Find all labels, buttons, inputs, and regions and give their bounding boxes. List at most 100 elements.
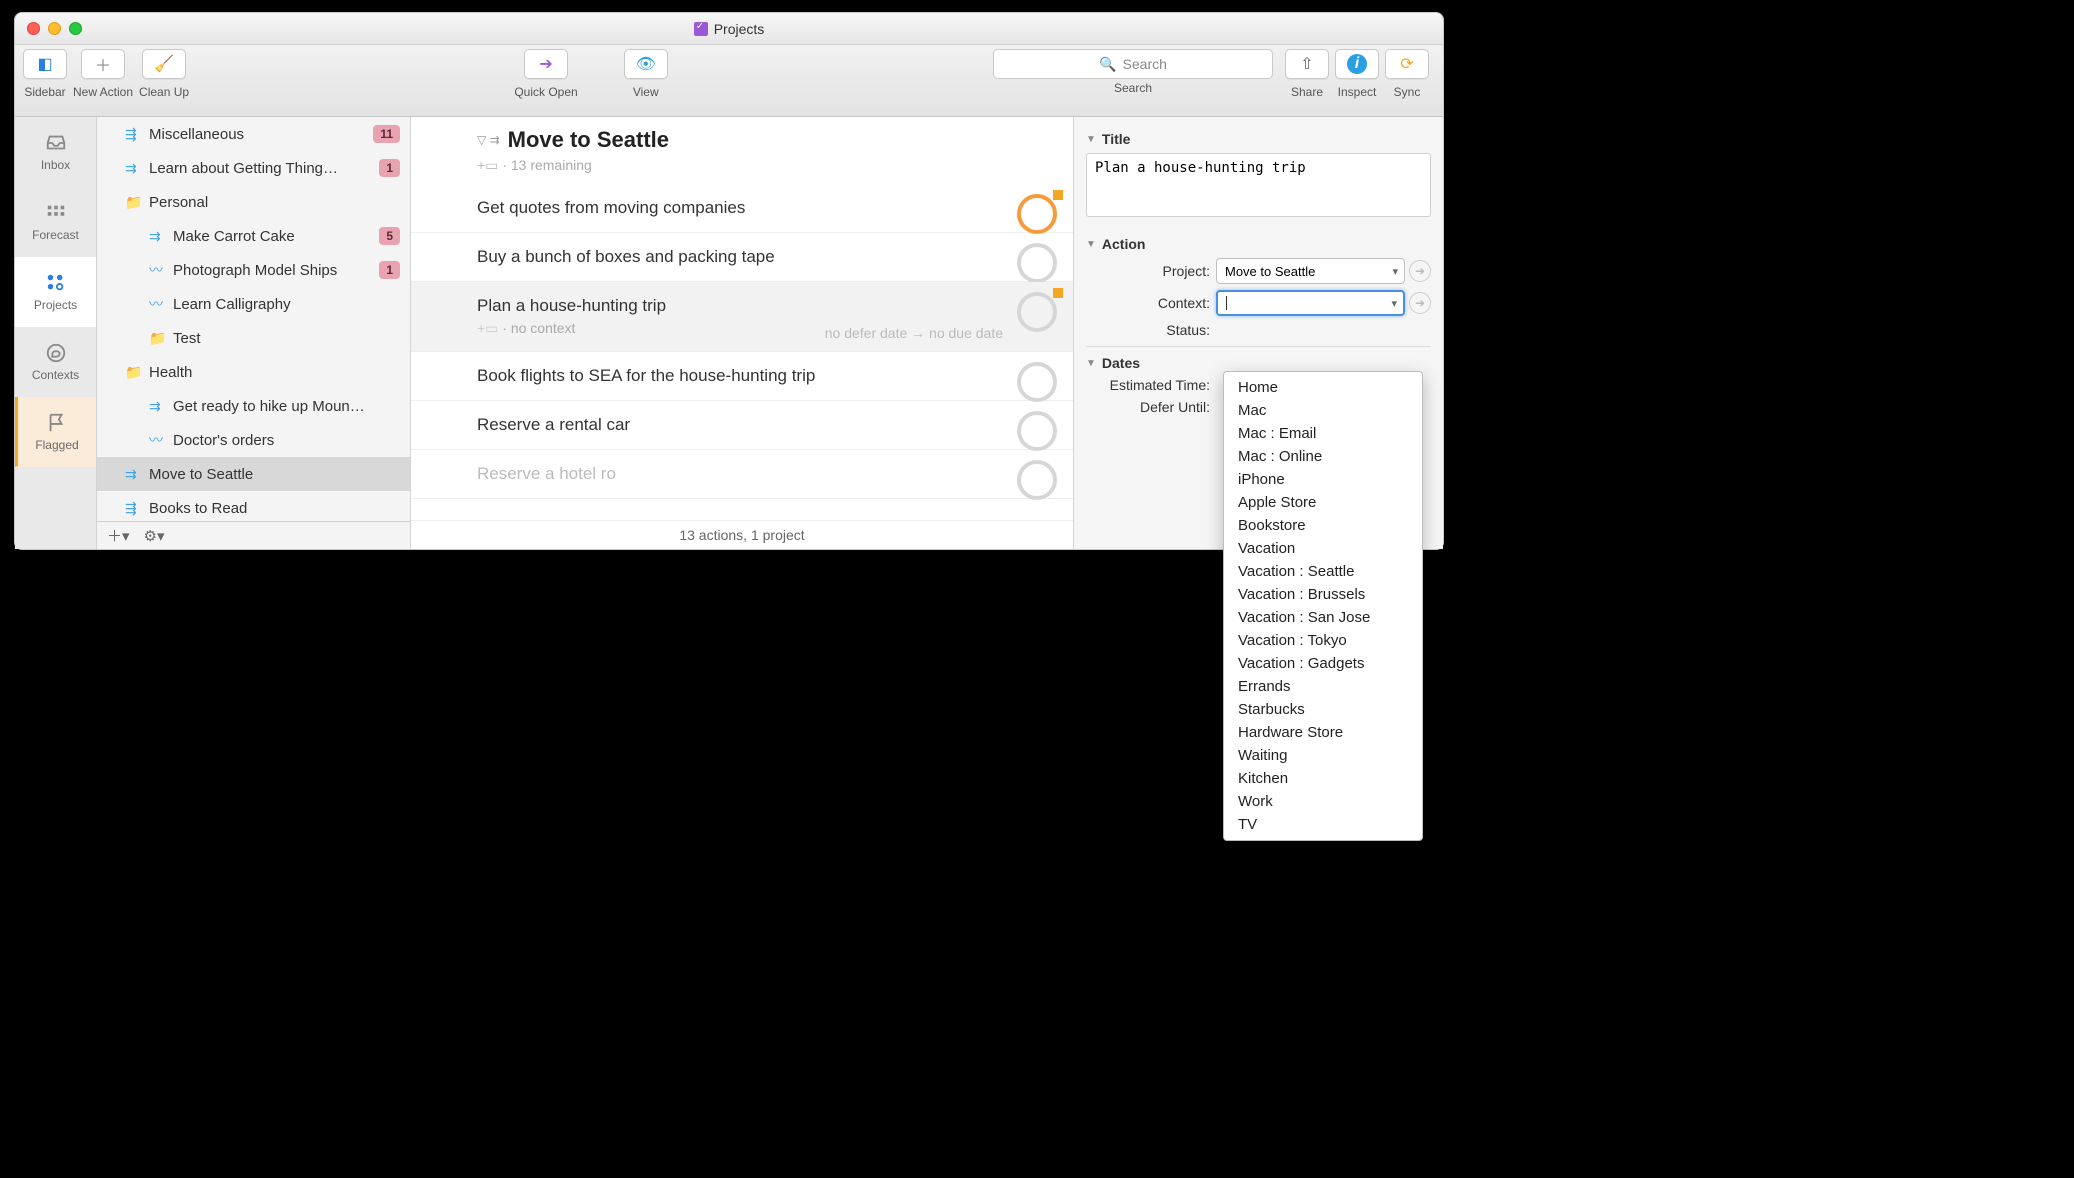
project-item-label: Books to Read — [149, 500, 247, 517]
inspector-action-header[interactable]: ▼Action — [1086, 236, 1431, 252]
folder-icon: 📁 — [125, 364, 141, 381]
context-menu-item[interactable]: Mac : Email — [1224, 422, 1422, 445]
project-item[interactable]: ⇉Learn about Getting Thing…1 — [97, 151, 410, 185]
context-menu-item[interactable]: Errands — [1224, 675, 1422, 698]
folder-icon: 📁 — [125, 194, 141, 211]
status-circle[interactable] — [1017, 460, 1057, 500]
perspective-inbox-label: Inbox — [41, 158, 70, 172]
perspective-forecast[interactable]: Forecast — [15, 187, 96, 257]
project-list-body[interactable]: ⇶Miscellaneous11 ⇉ Learn about Getting Thi… — [97, 117, 410, 521]
add-button[interactable]: ＋▾ — [107, 525, 130, 546]
context-menu-item[interactable]: iPhone — [1224, 468, 1422, 491]
perspective-projects[interactable]: Projects — [15, 257, 96, 327]
flag-indicator — [1053, 190, 1063, 200]
context-menu-item[interactable]: Starbucks — [1224, 698, 1422, 721]
disclosure-icon: ▼ — [1086, 239, 1096, 250]
estimated-time-label: Estimated Time: — [1086, 377, 1216, 393]
folder-icon: 📁 — [149, 330, 165, 347]
quick-open-button[interactable]: ➔ — [524, 49, 568, 79]
sync-icon: ⟳ — [1400, 54, 1413, 74]
project-item[interactable]: 📁Test — [97, 321, 410, 355]
project-item[interactable]: 📁 Personal — [97, 185, 410, 219]
context-menu-item[interactable]: Mac : Online — [1224, 445, 1422, 468]
task-row[interactable]: Get quotes from moving companies — [411, 184, 1073, 233]
inspector-dates-header[interactable]: ▼Dates — [1086, 355, 1431, 371]
project-item[interactable]: ⇉Get ready to hike up Moun… — [97, 389, 410, 423]
project-item[interactable]: ⇉Move to Seattle — [97, 457, 410, 491]
project-item[interactable]: 📁Health — [97, 355, 410, 389]
arrow-right-icon: ➔ — [539, 54, 552, 74]
context-select[interactable] — [1216, 290, 1405, 316]
task-title: Buy a bunch of boxes and packing tape — [477, 247, 1013, 267]
status-circle[interactable] — [1017, 411, 1057, 451]
project-item[interactable]: 〰Doctor's orders — [97, 423, 410, 457]
window-title-text: Projects — [714, 21, 765, 37]
status-circle[interactable] — [1017, 292, 1057, 332]
task-row[interactable]: Reserve a hotel ro — [411, 450, 1073, 499]
context-menu-item[interactable]: Vacation : Tokyo — [1224, 629, 1422, 652]
context-menu-item[interactable]: Vacation — [1224, 537, 1422, 560]
inspector-title-header[interactable]: ▼Title — [1086, 131, 1431, 147]
outline-controls[interactable]: ▽ ⇉ — [477, 133, 500, 147]
task-title: Get quotes from moving companies — [477, 198, 1013, 218]
context-menu-item[interactable]: TV — [1224, 813, 1422, 836]
goto-context-button[interactable]: ➜ — [1409, 292, 1431, 314]
sequential-icon: ⇉ — [125, 160, 141, 177]
titlebar: Projects — [15, 13, 1443, 45]
context-menu-item[interactable]: Kitchen — [1224, 767, 1422, 790]
context-menu-item[interactable]: Vacation : Brussels — [1224, 583, 1422, 606]
context-menu-item[interactable]: Home — [1224, 376, 1422, 399]
context-menu-item[interactable]: Vacation : Gadgets — [1224, 652, 1422, 675]
context-dropdown-menu[interactable]: HomeMacMac : EmailMac : OnlineiPhoneAppl… — [1223, 371, 1423, 841]
context-menu-item[interactable]: Bookstore — [1224, 514, 1422, 537]
project-subtitle: +▭ · 13 remaining — [477, 157, 1053, 174]
count-badge: 1 — [379, 261, 400, 279]
context-menu-item[interactable]: Apple Store — [1224, 491, 1422, 514]
status-circle[interactable] — [1017, 362, 1057, 402]
new-action-button[interactable]: ＋ — [81, 49, 125, 79]
status-circle[interactable] — [1017, 243, 1057, 283]
gear-button[interactable]: ⚙▾ — [144, 527, 165, 545]
view-button[interactable]: 👁 — [624, 49, 668, 79]
project-item-label: Learn about Getting Thing… — [149, 160, 338, 177]
task-row[interactable]: Plan a house-hunting trip+▭ · no context… — [411, 282, 1073, 352]
search-input[interactable]: 🔍 Search — [993, 49, 1273, 79]
context-menu-item[interactable]: Mac — [1224, 399, 1422, 422]
project-item[interactable]: 〰Photograph Model Ships1 — [97, 253, 410, 287]
project-item[interactable]: ⇶Books to Read — [97, 491, 410, 521]
share-button[interactable]: ⇧ — [1285, 49, 1329, 79]
project-item[interactable]: ⇉Make Carrot Cake5 — [97, 219, 410, 253]
project-select[interactable]: Move to Seattle — [1216, 258, 1405, 284]
context-menu-item[interactable]: Work — [1224, 790, 1422, 813]
search-placeholder: Search — [1123, 56, 1167, 72]
perspective-contexts[interactable]: Contexts — [15, 327, 96, 397]
flag-icon — [43, 412, 71, 434]
clean-up-button[interactable]: 🧹 — [142, 49, 186, 79]
project-item[interactable]: 〰Learn Calligraphy — [97, 287, 410, 321]
goto-project-button[interactable]: ➜ — [1409, 260, 1431, 282]
quick-open-label: Quick Open — [514, 85, 577, 99]
context-menu-item[interactable]: Hardware Store — [1224, 721, 1422, 744]
context-menu-item[interactable]: Vacation : San Jose — [1224, 606, 1422, 629]
inspect-button[interactable]: i — [1335, 49, 1379, 79]
task-row[interactable]: Reserve a rental car — [411, 401, 1073, 450]
project-item[interactable]: ⇶Miscellaneous11 — [97, 117, 410, 151]
task-list: Get quotes from moving companies Buy a bu… — [411, 184, 1073, 520]
task-row[interactable]: Book flights to SEA for the house-huntin… — [411, 352, 1073, 401]
sync-button[interactable]: ⟳ — [1385, 49, 1429, 79]
new-action-label: New Action — [73, 85, 133, 99]
sidebar-button[interactable]: ◧ — [23, 49, 67, 79]
context-field-label: Context: — [1086, 295, 1216, 311]
context-menu-item[interactable]: Vacation : Seattle — [1224, 560, 1422, 583]
sync-label: Sync — [1394, 85, 1421, 99]
project-item-label: Personal — [149, 194, 208, 211]
context-menu-item[interactable]: Waiting — [1224, 744, 1422, 767]
parallel-icon: ⇶ — [125, 126, 141, 143]
perspective-inbox[interactable]: Inbox — [15, 117, 96, 187]
forecast-icon — [42, 202, 70, 224]
perspective-flagged[interactable]: Flagged — [15, 397, 96, 467]
title-field[interactable] — [1086, 153, 1431, 217]
status-circle[interactable] — [1017, 194, 1057, 234]
task-row[interactable]: Buy a bunch of boxes and packing tape — [411, 233, 1073, 282]
inspect-label: Inspect — [1338, 85, 1377, 99]
